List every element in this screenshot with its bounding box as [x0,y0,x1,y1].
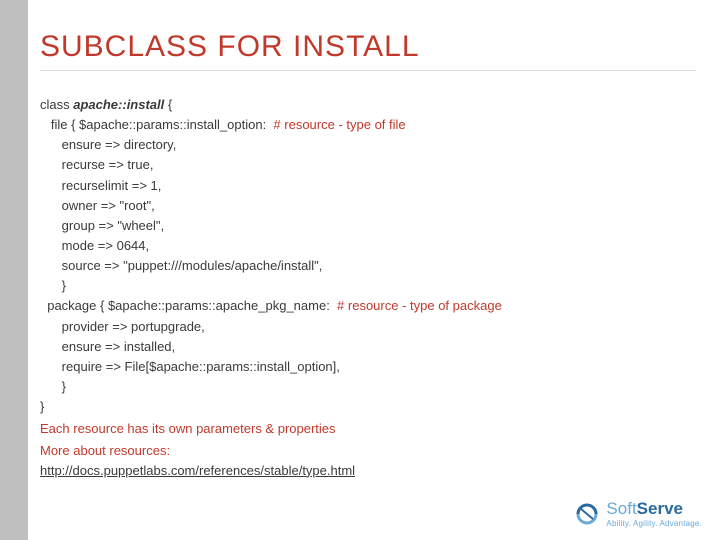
docs-link[interactable]: http://docs.puppetlabs.com/references/st… [40,463,355,478]
note-more: More about resources: [40,441,696,461]
code-line: } [40,278,66,293]
slide-title: SUBCLASS FOR INSTALL [40,30,696,64]
code-line: group => "wheel", [40,218,164,233]
code-line: source => "puppet:///modules/apache/inst… [40,258,322,273]
logo-icon [574,501,600,527]
slide-content: SUBCLASS FOR INSTALL class apache::insta… [40,30,696,480]
title-rule [40,70,696,71]
code-line: file { $apache::params::install_option: … [40,117,406,132]
code-line: ensure => directory, [40,137,176,152]
note-parameters: Each resource has its own parameters & p… [40,419,696,439]
code-line: } [40,379,66,394]
code-line: recurselimit => 1, [40,178,161,193]
code-line: mode => 0644, [40,238,149,253]
code-line: provider => portupgrade, [40,319,205,334]
code-line: owner => "root", [40,198,155,213]
code-line: require => File[$apache::params::install… [40,359,340,374]
code-line: class apache::install { [40,97,176,112]
softserve-logo: SoftServe Ability. Agility. Advantage. [574,499,702,528]
code-line: recurse => true, [40,157,153,172]
code-block: class apache::install { file { $apache::… [40,95,696,417]
logo-text: SoftServe Ability. Agility. Advantage. [606,499,702,528]
code-line: ensure => installed, [40,339,175,354]
left-stripe [0,0,28,540]
code-line: package { $apache::params::apache_pkg_na… [40,298,502,313]
code-line: } [40,399,44,414]
